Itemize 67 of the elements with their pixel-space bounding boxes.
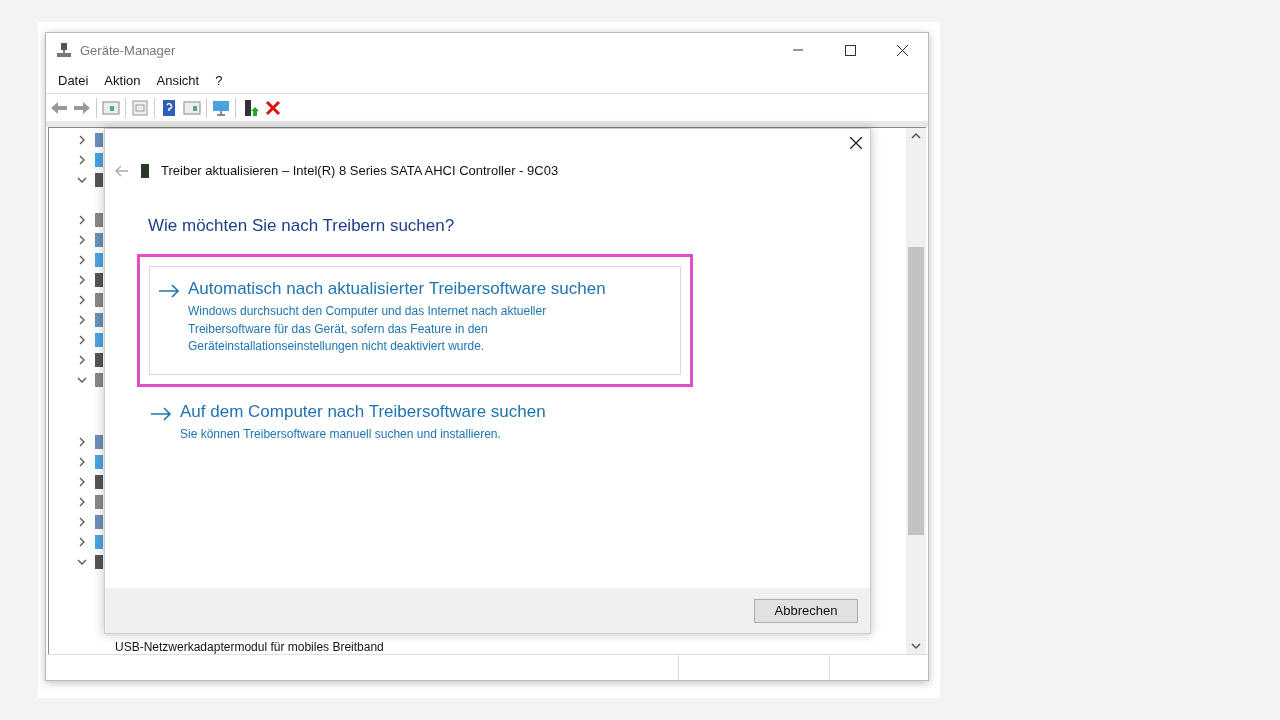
- panel-icon[interactable]: [102, 98, 120, 117]
- chevron-right-icon[interactable]: [77, 537, 87, 547]
- device-icon: [95, 213, 103, 227]
- chevron-right-icon[interactable]: [77, 477, 87, 487]
- chevron-down-icon[interactable]: [77, 375, 87, 385]
- chevron-right-icon[interactable]: [77, 517, 87, 527]
- scroll-up-icon[interactable]: [911, 132, 921, 140]
- panel-icon[interactable]: [183, 98, 201, 117]
- chevron-right-icon[interactable]: [77, 215, 87, 225]
- monitor-icon[interactable]: [212, 98, 230, 117]
- device-icon: [95, 373, 103, 387]
- computer-icon: [56, 42, 72, 58]
- window-title: Geräte-Manager: [80, 42, 176, 58]
- option-link[interactable]: Auf dem Computer nach Treibersoftware suchen Sie können Treibersoftware manuell suchen und installieren.: [137, 400, 693, 444]
- menu-item[interactable]: Datei: [50, 72, 97, 88]
- scroll-down-icon[interactable]: [911, 642, 921, 650]
- option-title[interactable]: Automatisch nach aktualisierter Treibersoftware suchen: [188, 279, 618, 299]
- device-icon: [95, 173, 103, 187]
- device-icon: [95, 353, 103, 367]
- device-icon: [95, 435, 103, 449]
- chevron-right-icon[interactable]: [77, 275, 87, 285]
- device-icon: [95, 313, 103, 327]
- chevron-right-icon[interactable]: [77, 457, 87, 467]
- device-icon: [95, 475, 103, 489]
- chevron-right-icon[interactable]: [77, 315, 87, 325]
- device-icon: [95, 133, 103, 147]
- option-title[interactable]: Auf dem Computer nach Treibersoftware suchen: [180, 401, 610, 422]
- close-icon[interactable]: [896, 44, 908, 56]
- arrow-right-icon: [150, 406, 172, 421]
- menu-item[interactable]: Ansicht: [148, 72, 208, 88]
- device-icon: [95, 293, 103, 307]
- chevron-right-icon[interactable]: [77, 355, 87, 365]
- device-icon: [95, 515, 103, 529]
- device-icon: [95, 153, 103, 167]
- chevron-right-icon[interactable]: [77, 497, 87, 507]
- maximize-icon[interactable]: [844, 44, 856, 56]
- chevron-right-icon[interactable]: [77, 155, 87, 165]
- scrollbar[interactable]: [906, 128, 926, 654]
- cancel-button[interactable]: Abbrechen: [754, 598, 858, 623]
- device-icon: [95, 495, 103, 509]
- chevron-right-icon[interactable]: [77, 295, 87, 305]
- device-icon: [95, 455, 103, 469]
- device-icon: [95, 555, 103, 569]
- option-description: Windows durchsucht den Computer und das Internet nach aktueller Treibersoftware für das Gerät, sofern das Feature in den Geräteinstallationseinstellungen nicht deaktiviert wurde.: [188, 303, 548, 355]
- chevron-right-icon[interactable]: [77, 335, 87, 345]
- help-icon[interactable]: [160, 98, 178, 117]
- chevron-right-icon[interactable]: [77, 135, 87, 145]
- device-icon: [95, 333, 103, 347]
- dialog-title: Treiber aktualisieren – Intel(R) 8 Series SATA AHCI Controller - 9C03: [161, 163, 559, 178]
- close-icon[interactable]: [850, 137, 862, 149]
- device-icon: [95, 273, 103, 287]
- chevron-down-icon[interactable]: [77, 557, 87, 567]
- device-icon: [95, 233, 103, 247]
- device-icon: [141, 163, 149, 178]
- device-icon: [95, 535, 103, 549]
- arrow-right-icon: [158, 284, 180, 298]
- uninstall-icon[interactable]: [264, 98, 282, 117]
- tree-item[interactable]: USB-Netzwerkadaptermodul für mobiles Breitband: [115, 640, 384, 654]
- chevron-right-icon[interactable]: [77, 437, 87, 447]
- dialog-heading: Wie möchten Sie nach Treibern suchen?: [148, 216, 456, 236]
- menu-item[interactable]: Aktion: [96, 72, 149, 88]
- device-icon: [95, 253, 103, 267]
- chevron-right-icon[interactable]: [77, 255, 87, 265]
- chevron-right-icon[interactable]: [77, 235, 87, 245]
- chevron-down-icon[interactable]: [77, 175, 87, 185]
- option-description: Sie können Treibersoftware manuell suchen und installieren.: [180, 425, 502, 443]
- menu-item[interactable]: ?: [207, 72, 231, 88]
